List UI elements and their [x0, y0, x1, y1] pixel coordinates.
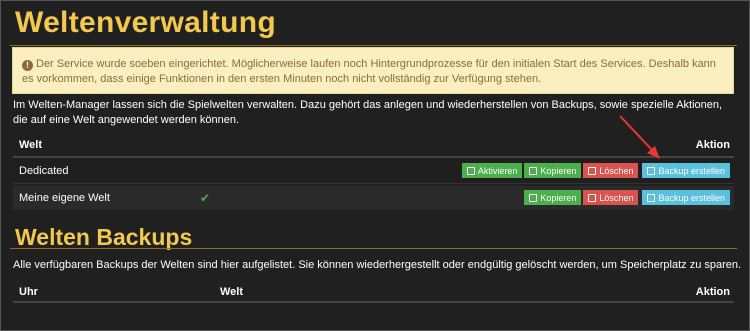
trash-icon	[588, 166, 597, 175]
header-world: Welt	[220, 286, 244, 298]
section-divider	[10, 248, 737, 249]
activate-button[interactable]: Aktivieren	[461, 163, 523, 178]
backups-section-title: Welten Backups	[15, 224, 193, 250]
copy-button[interactable]: Kopieren	[524, 163, 582, 178]
warning-alert: ! Der Service wurde soeben eingerichtet. …	[12, 47, 734, 94]
row-actions: Kopieren Löschen Backup erstellen	[523, 190, 730, 205]
title-divider	[10, 45, 737, 46]
copy-button[interactable]: Kopieren	[524, 190, 582, 205]
world-name: Meine eigene Welt	[19, 192, 110, 204]
backups-table-header: Uhr Welt Aktion	[13, 283, 734, 303]
world-name: Dedicated	[19, 165, 69, 177]
delete-button[interactable]: Löschen	[583, 190, 639, 205]
worlds-table-header: Welt Aktion	[13, 134, 734, 158]
backups-description: Alle verfügbaren Backups der Welten sind…	[13, 259, 742, 271]
header-time: Uhr	[19, 286, 38, 298]
header-action: Aktion	[695, 139, 730, 151]
exclamation-icon: !	[22, 60, 33, 71]
save-icon	[529, 166, 538, 175]
backup-button[interactable]: Backup erstellen	[642, 163, 730, 178]
row-actions: Aktivieren Kopieren Löschen Backup erste…	[461, 163, 730, 178]
table-row: Dedicated Aktivieren Kopieren Löschen Ba…	[13, 159, 734, 184]
backup-button[interactable]: Backup erstellen	[642, 190, 730, 205]
header-world: Welt	[19, 139, 43, 151]
active-check-icon: ✔	[200, 191, 211, 205]
intro-text: Im Welten-Manager lassen sich die Spielw…	[13, 99, 723, 126]
alert-text: Der Service wurde soeben eingerichtet. M…	[22, 58, 716, 85]
trash-icon	[588, 193, 597, 202]
table-row: Meine eigene Welt ✔ Kopieren Löschen Bac…	[13, 186, 734, 210]
save-icon	[647, 193, 656, 202]
check-square-icon	[466, 166, 475, 175]
delete-button[interactable]: Löschen	[583, 163, 639, 178]
page-title: Weltenverwaltung	[15, 6, 276, 39]
header-action: Aktion	[695, 286, 730, 298]
save-icon	[647, 166, 656, 175]
save-icon	[529, 193, 538, 202]
